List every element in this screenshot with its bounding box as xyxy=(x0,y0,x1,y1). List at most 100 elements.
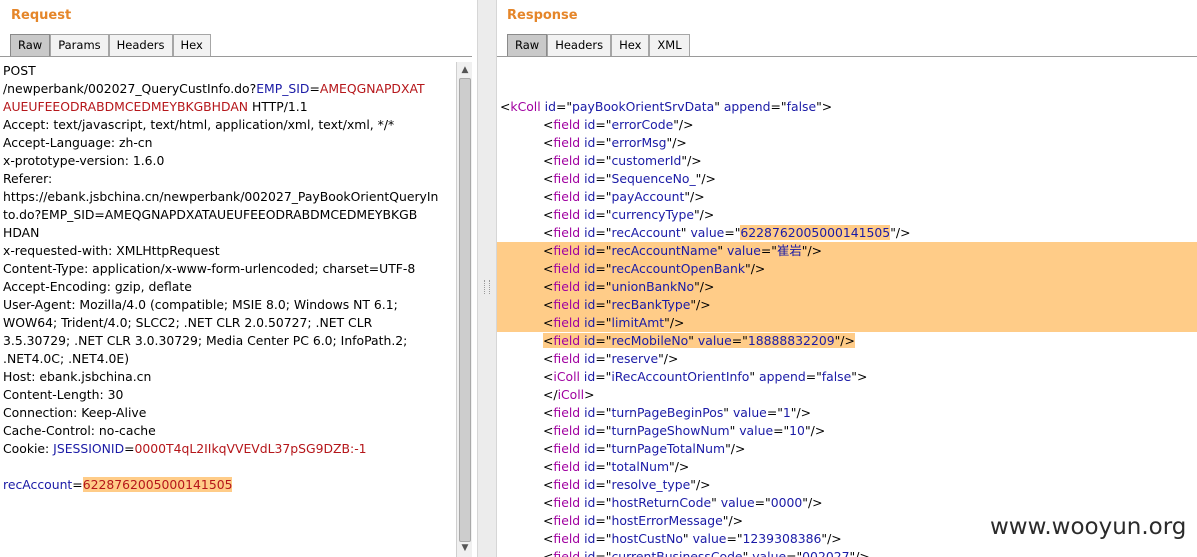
xml-bracket: /> xyxy=(696,297,711,312)
response-tab-hex[interactable]: Hex xyxy=(611,34,650,56)
xml-element: <field id="recAccountName" value="崔岩"/> xyxy=(543,243,822,258)
param-name: recAccount xyxy=(3,477,73,492)
request-tab-headers[interactable]: Headers xyxy=(108,34,173,56)
response-line xyxy=(497,80,1197,98)
response-line: <field id="turnPageShowNum" value="10"/> xyxy=(497,422,1197,440)
xml-bracket: < xyxy=(543,225,554,240)
xml-element: <field id="errorMsg"/> xyxy=(543,135,687,150)
xml-element: <field id="hostReturnCode" value="0000"/… xyxy=(543,495,823,510)
xml-tag-name: field xyxy=(553,513,581,528)
xml-attr-value: hostCustNo xyxy=(611,531,683,546)
xml-attr-name: id xyxy=(584,549,596,557)
xml-equals: =" xyxy=(595,369,612,384)
param-name: JSESSIONID xyxy=(53,441,125,456)
xml-element: <field id="resolve_type"/> xyxy=(543,477,711,492)
scroll-up-icon[interactable]: ▲ xyxy=(458,63,472,77)
request-title: Request xyxy=(11,8,72,23)
scroll-down-icon[interactable]: ▼ xyxy=(458,541,472,555)
response-tab-raw[interactable]: Raw xyxy=(507,34,548,56)
xml-element: <field id="reserve"/> xyxy=(543,351,678,366)
xml-attr-value: unionBankNo xyxy=(611,279,695,294)
xml-tag-name: field xyxy=(553,549,581,557)
xml-bracket: < xyxy=(543,513,554,528)
xml-bracket: < xyxy=(543,441,554,456)
xml-equals: =" xyxy=(595,477,612,492)
xml-equals: =" xyxy=(766,405,783,420)
xml-equals: =" xyxy=(726,531,743,546)
xml-element: <field id="recAccountOpenBank"/> xyxy=(543,261,765,276)
xml-attr-name: append xyxy=(759,369,806,384)
xml-attr-name: id xyxy=(584,531,596,546)
xml-bracket: < xyxy=(543,477,554,492)
watermark: www.wooyun.org xyxy=(990,514,1187,540)
response-tab-headers[interactable]: Headers xyxy=(547,34,612,56)
response-line: <field id="SequenceNo_"/> xyxy=(497,170,1197,188)
xml-attr-name: id xyxy=(584,261,596,276)
xml-element: </iColl> xyxy=(543,387,595,402)
param-value: AUEUFEEODRABDMCEDMEYBKGBHDAN xyxy=(3,99,249,114)
xml-bracket: /> xyxy=(807,243,822,258)
xml-attr-value: totalNum xyxy=(611,459,670,474)
response-editor[interactable]: <kColl id="payBookOrientSrvData" append=… xyxy=(497,62,1197,557)
response-line: <field id="unionBankNo"/> xyxy=(497,278,1197,296)
xml-attr-name: id xyxy=(584,477,596,492)
request-text: 3.5.30729; .NET CLR 3.0.30729; Media Cen… xyxy=(3,333,408,348)
request-editor[interactable]: POST/newperbank/002027_QueryCustInfo.do?… xyxy=(3,62,455,557)
panel-splitter[interactable] xyxy=(477,0,497,557)
xml-attr-value: recAccountName xyxy=(611,243,718,258)
xml-equals: =" xyxy=(595,495,612,510)
request-tab-raw[interactable]: Raw xyxy=(10,34,51,56)
xml-attr-name: id xyxy=(584,441,596,456)
xml-bracket: /> xyxy=(855,549,870,557)
request-line: x-requested-with: XMLHttpRequest xyxy=(3,242,455,260)
xml-attr-name: value xyxy=(752,549,787,557)
xml-tag-name: field xyxy=(553,117,581,132)
param-value: 0000T4qL2IIkqVVEVdL37pSG9DZB:-1 xyxy=(134,441,367,456)
request-text: POST xyxy=(3,63,36,78)
xml-equals: =" xyxy=(595,297,612,312)
xml-bracket: < xyxy=(543,261,554,276)
xml-bracket: < xyxy=(543,369,554,384)
xml-attr-value: reserve xyxy=(611,351,659,366)
xml-equals: =" xyxy=(595,351,612,366)
xml-bracket: /> xyxy=(669,315,685,330)
xml-tag-name: field xyxy=(553,441,581,456)
xml-attr-name: id xyxy=(584,351,596,366)
response-line: <kColl id="payBookOrientSrvData" append=… xyxy=(497,98,1197,116)
request-text: Accept-Encoding: gzip, deflate xyxy=(3,279,192,294)
response-tab-divider xyxy=(497,56,1197,57)
request-tab-params[interactable]: Params xyxy=(50,34,109,56)
response-line: <field id="recMobileNo" value="188888322… xyxy=(497,332,1197,350)
request-text: HTTP/1.1 xyxy=(248,99,308,114)
xml-equals: =" xyxy=(595,135,612,150)
request-line: User-Agent: Mozilla/4.0 (compatible; MSI… xyxy=(3,296,455,314)
xml-attr-value: 10 xyxy=(789,423,805,438)
xml-tag-name: field xyxy=(553,261,581,276)
scroll-thumb[interactable] xyxy=(459,78,471,542)
xml-tag-name: field xyxy=(553,495,581,510)
request-text: Cookie: xyxy=(3,441,54,456)
xml-equals: =" xyxy=(595,423,612,438)
xml-element: <field id="totalNum"/> xyxy=(543,459,689,474)
request-text: Accept-Language: zh-cn xyxy=(3,135,153,150)
request-line: .NET4.0C; .NET4.0E) xyxy=(3,350,455,368)
xml-equals: =" xyxy=(754,495,771,510)
xml-equals: =" xyxy=(773,423,790,438)
xml-attr-name: id xyxy=(584,243,596,258)
response-tab-xml[interactable]: XML xyxy=(649,34,690,56)
xml-attr-value: hostErrorMessage xyxy=(611,513,723,528)
xml-bracket: < xyxy=(543,531,554,546)
request-line: /newperbank/002027_QueryCustInfo.do?EMP_… xyxy=(3,80,455,98)
xml-element: <field id="recMobileNo" value="188888322… xyxy=(543,333,855,348)
request-line: recAccount=6228762005000141505 xyxy=(3,476,455,494)
request-line: Host: ebank.jsbchina.cn xyxy=(3,368,455,386)
splitter-grip-icon[interactable] xyxy=(484,280,490,294)
xml-equals: =" xyxy=(805,369,822,384)
request-tab-hex[interactable]: Hex xyxy=(172,34,211,56)
request-line: 3.5.30729; .NET CLR 3.0.30729; Media Cen… xyxy=(3,332,455,350)
xml-tag-name: field xyxy=(553,135,581,150)
request-scrollbar[interactable]: ▲ ▼ xyxy=(456,62,472,557)
xml-attr-name: id xyxy=(584,279,596,294)
xml-attr-value: limitAmt xyxy=(611,315,665,330)
xml-element: <kColl id="payBookOrientSrvData" append=… xyxy=(500,99,832,114)
